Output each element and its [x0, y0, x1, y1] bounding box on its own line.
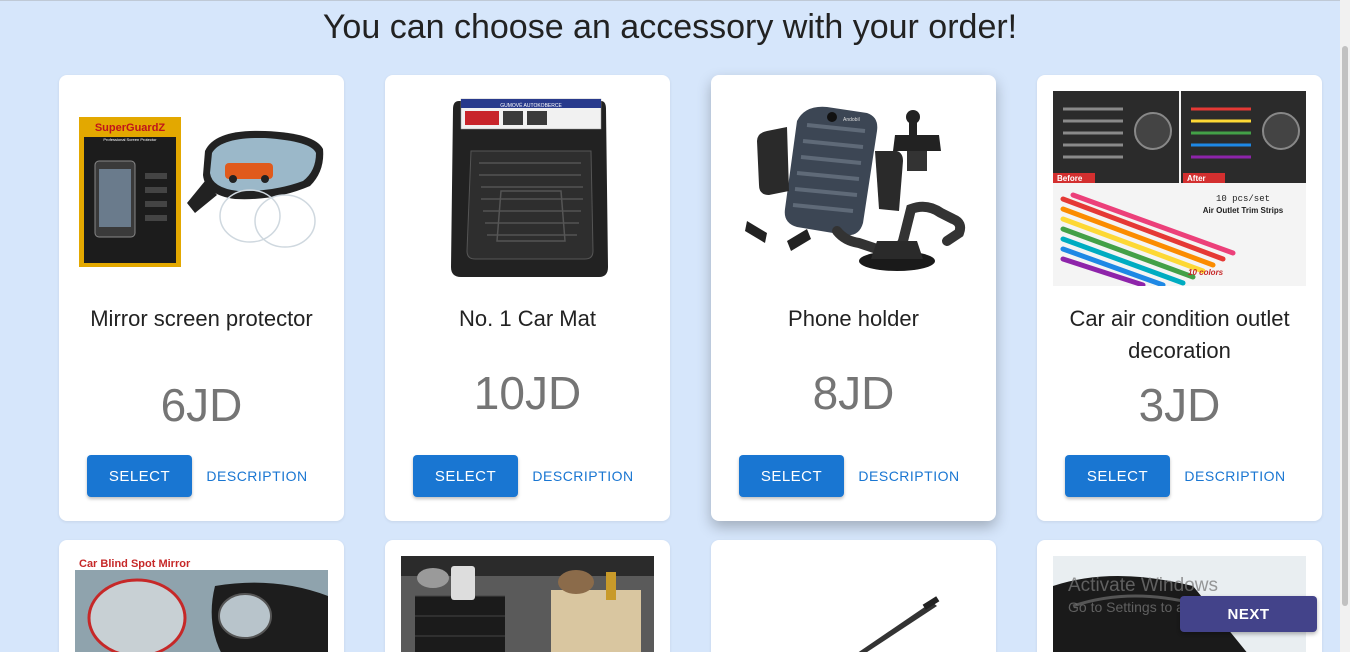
product-image-car-mat: GUMOVÉ AUTOKOBERCE	[401, 91, 654, 286]
select-button[interactable]: SELECT	[87, 455, 192, 497]
mirror-brand-subtext: Professional Screen Protector	[103, 137, 157, 142]
description-button[interactable]: DESCRIPTION	[202, 455, 312, 497]
product-card-seat-organizer	[385, 540, 670, 652]
product-grid-row-2: Car Blind Spot Mirror	[59, 540, 1322, 652]
product-image-air-outlet: Before After 10 pcs/set Air Outlet Trim …	[1053, 91, 1306, 286]
description-button[interactable]: DESCRIPTION	[528, 455, 638, 497]
vertical-scrollbar[interactable]	[1340, 0, 1350, 652]
top-border	[0, 0, 1340, 1]
product-card-blind-spot-mirror: Car Blind Spot Mirror	[59, 540, 344, 652]
product-image-seat-organizer	[401, 556, 654, 652]
product-image-mirror-protector: SuperGuardZ Professional Screen Protecto…	[75, 91, 328, 286]
product-price: 6JD	[160, 379, 243, 431]
product-card-wiper	[711, 540, 996, 652]
product-name: Mirror screen protector	[90, 306, 313, 331]
after-label: After	[1187, 174, 1206, 183]
product-name: Phone holder	[788, 306, 919, 331]
description-button[interactable]: DESCRIPTION	[1180, 455, 1290, 497]
description-button[interactable]: DESCRIPTION	[854, 455, 964, 497]
phone-brand-text: Andobil	[843, 117, 860, 123]
product-name: No. 1 Car Mat	[459, 306, 596, 331]
page-title: You can choose an accessory with your or…	[322, 8, 1018, 46]
air-outlet-desc-text: Air Outlet Trim Strips	[1203, 206, 1284, 215]
product-image-blind-spot-mirror: Car Blind Spot Mirror	[75, 556, 328, 652]
before-label: Before	[1057, 174, 1083, 183]
blind-spot-title-text: Car Blind Spot Mirror	[79, 558, 191, 570]
product-price: 8JD	[812, 367, 895, 419]
product-price: 10JD	[473, 367, 582, 419]
product-image-phone-holder: Andobil	[727, 91, 980, 286]
car-mat-brand-text: GUMOVÉ AUTOKOBERCE	[500, 102, 562, 109]
set-count-text: 10 pcs/set	[1216, 194, 1270, 204]
select-button[interactable]: SELECT	[1065, 455, 1170, 497]
product-card-phone-holder: Andobil Phone holder 8JD SELECT DESCRIPT…	[711, 75, 996, 521]
product-card-air-outlet: Before After 10 pcs/set Air Outlet Trim …	[1037, 75, 1322, 521]
mirror-brand-text: SuperGuardZ	[95, 122, 166, 134]
product-card-car-mat: GUMOVÉ AUTOKOBERCE No. 1 Car Mat 10JD SE…	[385, 75, 670, 521]
next-button[interactable]: NEXT	[1180, 596, 1317, 632]
product-grid: SuperGuardZ Professional Screen Protecto…	[59, 75, 1322, 521]
scrollbar-thumb[interactable]	[1342, 46, 1348, 606]
product-price: 3JD	[1138, 379, 1221, 431]
select-button[interactable]: SELECT	[413, 455, 518, 497]
product-card-mirror-protector: SuperGuardZ Professional Screen Protecto…	[59, 75, 344, 521]
select-button[interactable]: SELECT	[739, 455, 844, 497]
product-image-wiper	[727, 556, 980, 652]
product-name: Car air condition outlet decoration	[1069, 306, 1290, 363]
colors-count-text: 10 colors	[1188, 268, 1224, 277]
